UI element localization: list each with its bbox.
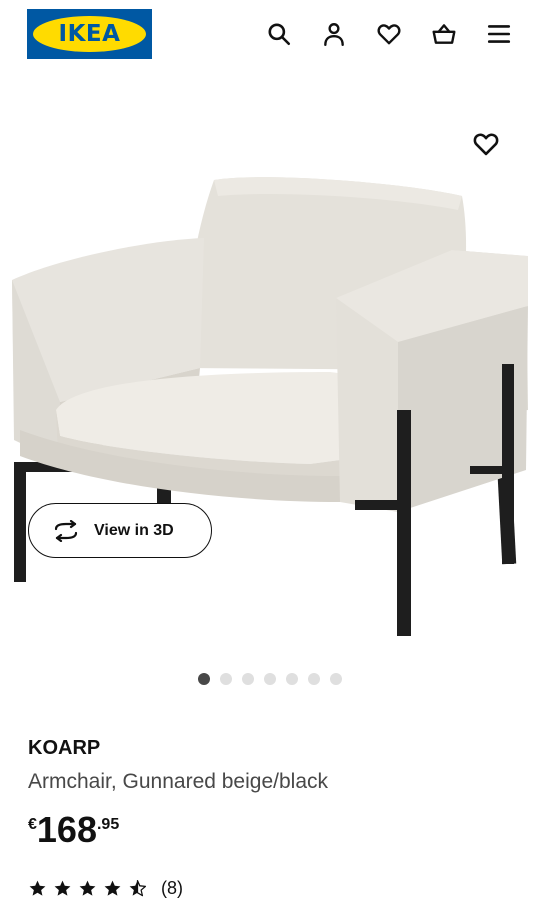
account-icon xyxy=(324,23,344,47)
menu-button[interactable] xyxy=(483,18,515,50)
shopping-basket-icon xyxy=(432,24,456,44)
view-in-3d-label: View in 3D xyxy=(94,521,174,539)
gallery-dot-5[interactable] xyxy=(286,673,298,685)
save-to-favorites-button[interactable] xyxy=(470,128,502,160)
star-full-icon xyxy=(79,880,96,896)
heart-icon xyxy=(473,133,499,156)
product-image-gallery[interactable]: View in 3D xyxy=(0,70,540,670)
favorites-button[interactable] xyxy=(373,18,405,50)
gallery-dot-2[interactable] xyxy=(220,673,232,685)
search-button[interactable] xyxy=(263,18,295,50)
site-header: IKEA xyxy=(0,0,540,70)
price-currency: € xyxy=(28,816,37,833)
account-button[interactable] xyxy=(318,18,350,50)
star-half-icon xyxy=(129,879,147,897)
view-in-3d-button[interactable]: View in 3D xyxy=(28,503,212,558)
gallery-dot-6[interactable] xyxy=(308,673,320,685)
price-integer: 168 xyxy=(36,809,97,850)
product-rating[interactable]: (8) xyxy=(28,878,183,899)
gallery-dot-4[interactable] xyxy=(264,673,276,685)
gallery-pagination xyxy=(198,673,342,685)
product-name: KOARP xyxy=(28,737,101,759)
review-count[interactable]: (8) xyxy=(161,878,183,899)
rotate-3d-icon xyxy=(54,519,78,542)
logo-text: IKEA xyxy=(58,21,121,47)
gallery-dot-1[interactable] xyxy=(198,673,210,685)
star-full-icon xyxy=(104,880,121,896)
menu-icon xyxy=(487,25,511,43)
armchair-product-image[interactable] xyxy=(0,110,540,670)
star-full-icon xyxy=(29,880,46,896)
search-icon xyxy=(268,23,291,46)
basket-button[interactable] xyxy=(428,18,460,50)
product-description: Armchair, Gunnared beige/black xyxy=(28,770,328,793)
product-price: € 168 .95 xyxy=(28,810,119,850)
logo-oval: IKEA xyxy=(33,16,146,52)
price-decimal: .95 xyxy=(96,816,120,833)
gallery-dot-3[interactable] xyxy=(242,673,254,685)
ikea-logo[interactable]: IKEA xyxy=(27,9,152,59)
favorites-heart-icon xyxy=(377,24,401,45)
star-full-icon xyxy=(54,880,71,896)
gallery-dot-7[interactable] xyxy=(330,673,342,685)
